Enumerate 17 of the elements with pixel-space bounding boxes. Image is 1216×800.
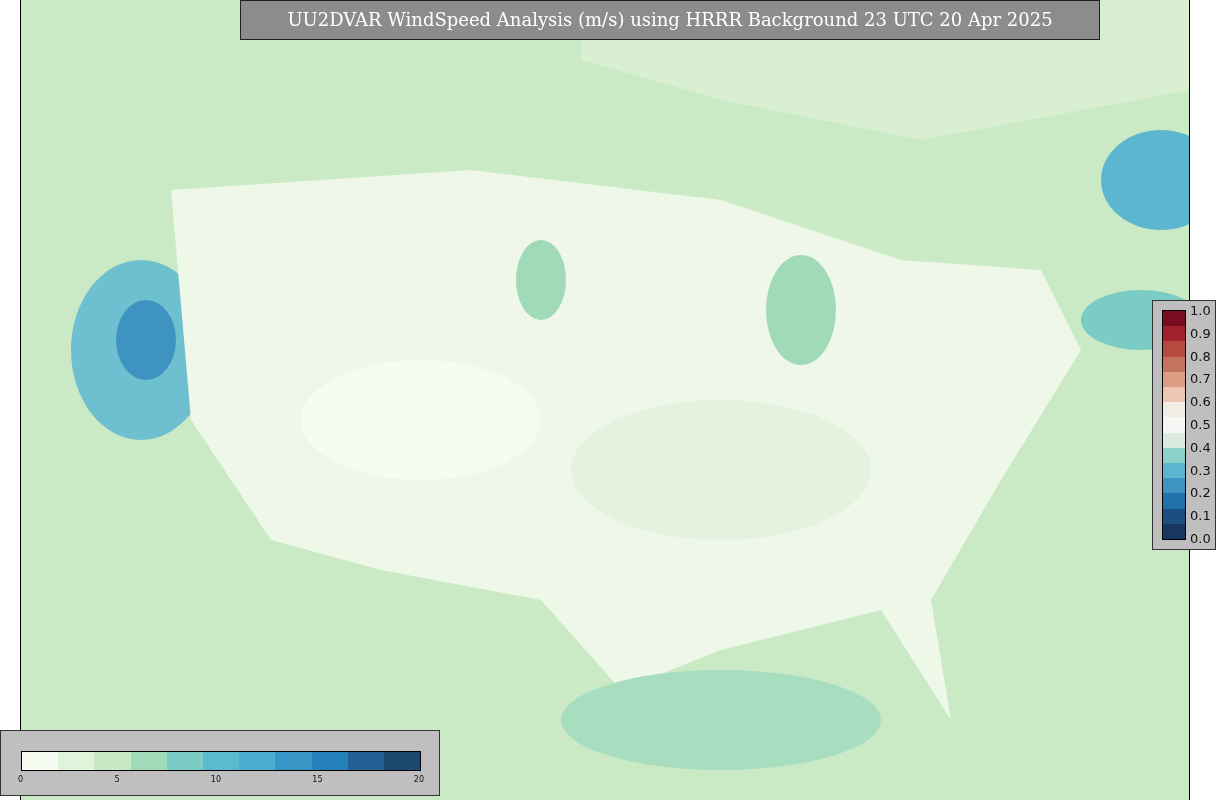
tick-label: 0 (18, 775, 24, 784)
tick-label: 10 (210, 775, 221, 784)
chart-title: UU2DVAR WindSpeed Analysis (m/s) using HRRR Background 23 UTC 20 Apr 2025 (240, 0, 1100, 40)
tick-label: 20 (413, 775, 424, 784)
tick-label: 0.6 (1190, 395, 1211, 410)
tick-label: 0.3 (1190, 463, 1211, 478)
tick-label: 15 (312, 775, 323, 784)
tick-label: 0.8 (1190, 349, 1211, 364)
tick-label: 0.4 (1190, 440, 1211, 455)
tick-label: 0.0 (1190, 531, 1211, 546)
tick-label: 0.1 (1190, 509, 1211, 524)
tick-label: 1.0 (1190, 304, 1211, 318)
tick-label: 0.9 (1190, 326, 1211, 341)
tick-label: 0.5 (1190, 418, 1211, 432)
tick-label: 0.7 (1190, 372, 1211, 387)
tick-label: 0.2 (1190, 486, 1211, 501)
tick-label: 5 (114, 775, 120, 784)
